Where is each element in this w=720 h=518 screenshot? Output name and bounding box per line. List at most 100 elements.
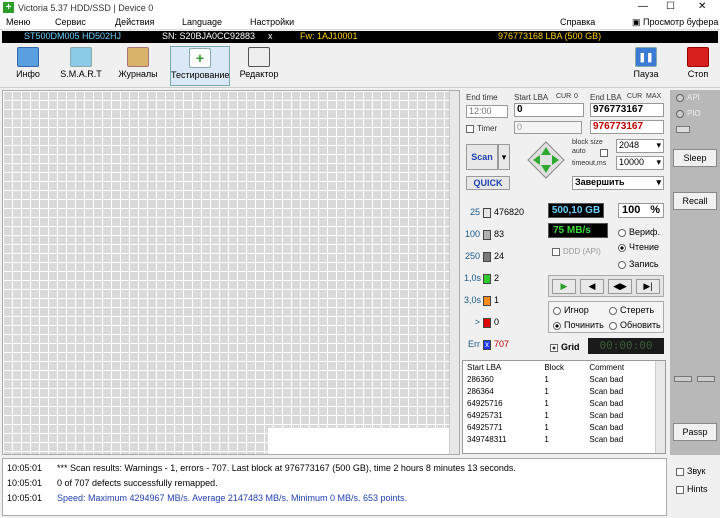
table-row[interactable]: 64925716 1 Scan bad (463, 397, 655, 409)
restore-button[interactable]: ☐ (666, 1, 675, 12)
recall-button[interactable]: Recall (673, 192, 717, 210)
timer-checkbox[interactable]: Timer (466, 124, 497, 133)
direction-pad[interactable] (524, 140, 568, 184)
smart-icon (70, 47, 92, 67)
timing-legend: 25 476820 100 83 250 24 1,0s 2 3,0s 1 >0 Err x… (462, 202, 546, 352)
table-row[interactable]: 64925771 1 Scan bad (463, 421, 655, 433)
buffer-icon: ▣ (632, 17, 641, 27)
end-time-input[interactable]: 12:00 (466, 105, 508, 118)
menu-item-service[interactable]: Сервис (55, 17, 86, 27)
scan-grid-scrollbar[interactable] (449, 91, 459, 454)
drive-close-x[interactable]: x (268, 31, 273, 41)
table-row[interactable]: 286364 1 Scan bad (463, 385, 655, 397)
write-radio[interactable]: Запись (618, 259, 659, 269)
read-radio[interactable]: Чтение (618, 242, 659, 252)
block-size-value: 2048 (619, 140, 640, 150)
legend-row-3s: 3,0s 1 (464, 295, 500, 306)
legend-row-1s: 1,0s 2 (464, 273, 500, 284)
title-bar: + Victoria 5.37 HDD/SSD | Device 0 — ☐ ✕ (0, 0, 720, 16)
hints-checkbox[interactable]: Hints (676, 484, 708, 494)
log-line: 10:05:01 *** Scan results: Warnings - 1, … (7, 463, 516, 473)
results-scrollbar[interactable] (655, 361, 665, 453)
menu-bar: Меню Сервис Действия Language Настройки … (0, 16, 720, 30)
sound-checkbox[interactable]: Звук (676, 466, 705, 476)
menu-item-actions[interactable]: Действия (115, 17, 154, 27)
back-button[interactable]: ◀ (580, 279, 604, 294)
ignore-radio[interactable]: Игнор (553, 305, 589, 315)
skip-back-button[interactable]: ◀▶ (608, 279, 632, 294)
start-cur-button[interactable]: CUR (556, 93, 571, 100)
close-button[interactable]: ✕ (698, 1, 706, 12)
results-table[interactable]: Start LBA Block Comment 286360 1 Scan bad … (462, 360, 666, 454)
test-panel: End time 12:00 Timer 0 Start LBA CUR 0 0… (462, 90, 668, 455)
verify-radio[interactable]: Вериф. (618, 227, 660, 237)
timeout-select[interactable]: 10000 ▾ (616, 156, 664, 170)
pause-button[interactable]: ❚❚ Пауза (628, 46, 664, 86)
play-button[interactable]: ▶ (552, 279, 576, 294)
log-line: 10:05:01 Speed: Maximum 4294967 MB/s. Ave… (7, 493, 408, 503)
scanned-size-display: 500,10 GB (548, 203, 604, 218)
drive-model: ST500DM005 HD502HJ (24, 31, 122, 41)
menu-item-menu[interactable]: Меню (6, 17, 30, 27)
ddd-api-checkbox[interactable]: DDD (API) (552, 247, 601, 256)
passp-button[interactable]: Passp (673, 423, 717, 441)
repair-options: Игнор Стереть Починить Обновить (548, 301, 664, 333)
drive-info-bar[interactable]: ST500DM005 HD502HJ SN: S20BJA0CC92883 x … (2, 31, 718, 43)
api-radio[interactable]: API (676, 93, 700, 102)
menu-item-language[interactable]: Language (182, 17, 222, 27)
info-button[interactable]: Инфо (2, 46, 54, 86)
log-line: 10:05:01 0 of 707 defects successfully re… (7, 478, 218, 488)
end-lba-input[interactable]: 976773167 (590, 103, 664, 117)
timer-input[interactable]: 0 (514, 121, 582, 134)
smart-button[interactable]: S.M.A.R.T (56, 46, 106, 86)
scan-dropdown-arrow[interactable]: ▾ (498, 144, 510, 170)
percent-display: 100% (618, 203, 664, 218)
skip-end-button[interactable]: ▶| (636, 279, 660, 294)
finish-action-value: Завершить (575, 177, 625, 187)
quick-button[interactable]: QUICK (466, 176, 510, 190)
end-cur-button[interactable]: CUR (627, 93, 642, 100)
log-panel[interactable]: 10:05:01 *** Scan results: Warnings - 1, … (2, 458, 667, 516)
grid-checkbox[interactable]: Grid (550, 342, 580, 352)
menu-item-settings[interactable]: Настройки (250, 17, 294, 27)
finish-action-select[interactable]: Завершить ▾ (572, 176, 664, 190)
options-panel: Звук Hints (670, 458, 720, 518)
logs-label: Журналы (118, 69, 158, 79)
elapsed-timer: 00:00:00 (588, 338, 664, 354)
scan-button[interactable]: Scan (466, 144, 498, 170)
indicator-right (697, 376, 715, 382)
stop-label: Стоп (687, 69, 709, 79)
table-row[interactable]: 286360 1 Scan bad (463, 373, 655, 385)
side-panel: API PIO Sleep Recall Passp (670, 90, 720, 455)
table-row[interactable]: 349748311 1 Scan bad (463, 433, 655, 445)
stop-button[interactable]: Стоп (680, 46, 716, 86)
minimize-button[interactable]: — (638, 1, 648, 12)
pause-icon: ❚❚ (635, 47, 657, 67)
refresh-radio[interactable]: Обновить (609, 320, 661, 330)
menu-item-buffer[interactable]: Просмотр буфера (643, 17, 718, 27)
sleep-button[interactable]: Sleep (673, 149, 717, 167)
start-lba-input[interactable]: 0 (514, 103, 584, 117)
table-row[interactable]: 64925731 1 Scan bad (463, 409, 655, 421)
start-lba-label: Start LBA (514, 93, 549, 102)
auto-checkbox[interactable] (600, 149, 608, 157)
logs-button[interactable]: Журналы (112, 46, 164, 86)
scan-grid-unscanned (268, 428, 449, 454)
editor-label: Редактор (239, 69, 279, 79)
scan-grid[interactable] (2, 90, 460, 455)
block-size-select[interactable]: 2048 ▾ (616, 139, 664, 153)
pio-radio[interactable]: PIO (676, 109, 701, 118)
chevron-down-icon: ▾ (656, 140, 661, 150)
repair-radio[interactable]: Починить (553, 320, 604, 330)
chevron-down-icon: ▾ (656, 157, 661, 167)
ddd-api-label: DDD (API) (563, 247, 601, 256)
end-lba-current: 976773167 (590, 120, 664, 134)
test-button[interactable]: + Тестирование (170, 46, 230, 86)
legend-row-25: 25 476820 (469, 207, 525, 218)
drive-firmware: Fw: 1AJ10001 (300, 31, 358, 41)
editor-button[interactable]: Редактор (234, 46, 284, 86)
menu-item-help[interactable]: Справка (560, 17, 595, 27)
erase-radio[interactable]: Стереть (609, 305, 654, 315)
end-max-button[interactable]: MAX (646, 93, 661, 100)
start-zero-button[interactable]: 0 (574, 93, 578, 100)
